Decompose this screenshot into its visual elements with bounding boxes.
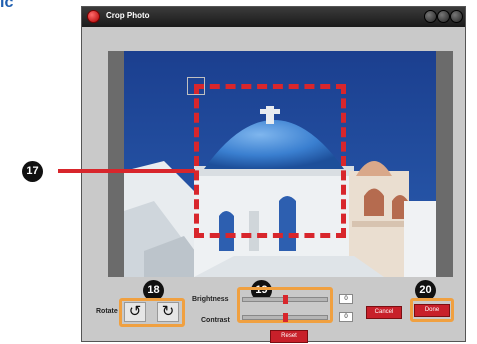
window-title: Crop Photo	[106, 11, 150, 20]
reset-button[interactable]: Reset	[270, 330, 308, 343]
cropped-heading-text: ic	[0, 0, 14, 11]
done-button[interactable]: Done	[414, 304, 450, 317]
title-bar: Crop Photo	[82, 7, 465, 27]
rotate-left-icon: ↺	[128, 303, 142, 320]
brightness-label: Brightness	[192, 296, 229, 303]
app-icon	[87, 10, 100, 23]
contrast-slider-thumb[interactable]	[282, 313, 288, 322]
contrast-value-field[interactable]: 0	[339, 312, 353, 322]
callout-17: 17	[22, 161, 43, 182]
crop-selection-box[interactable]	[194, 84, 346, 238]
brightness-slider-thumb[interactable]	[282, 295, 288, 304]
rotate-label: Rotate	[96, 308, 118, 315]
minimize-button[interactable]	[424, 10, 437, 23]
maximize-button[interactable]	[437, 10, 450, 23]
rotate-right-icon: ↻	[161, 303, 175, 320]
brightness-value-field[interactable]: 0	[339, 294, 353, 304]
cancel-button[interactable]: Cancel	[366, 306, 402, 319]
rotate-right-button[interactable]: ↻	[157, 302, 179, 322]
contrast-label: Contrast	[201, 317, 230, 324]
rotate-left-button[interactable]: ↺	[124, 302, 146, 322]
callout-17-line	[58, 169, 195, 173]
close-button[interactable]	[450, 10, 463, 23]
